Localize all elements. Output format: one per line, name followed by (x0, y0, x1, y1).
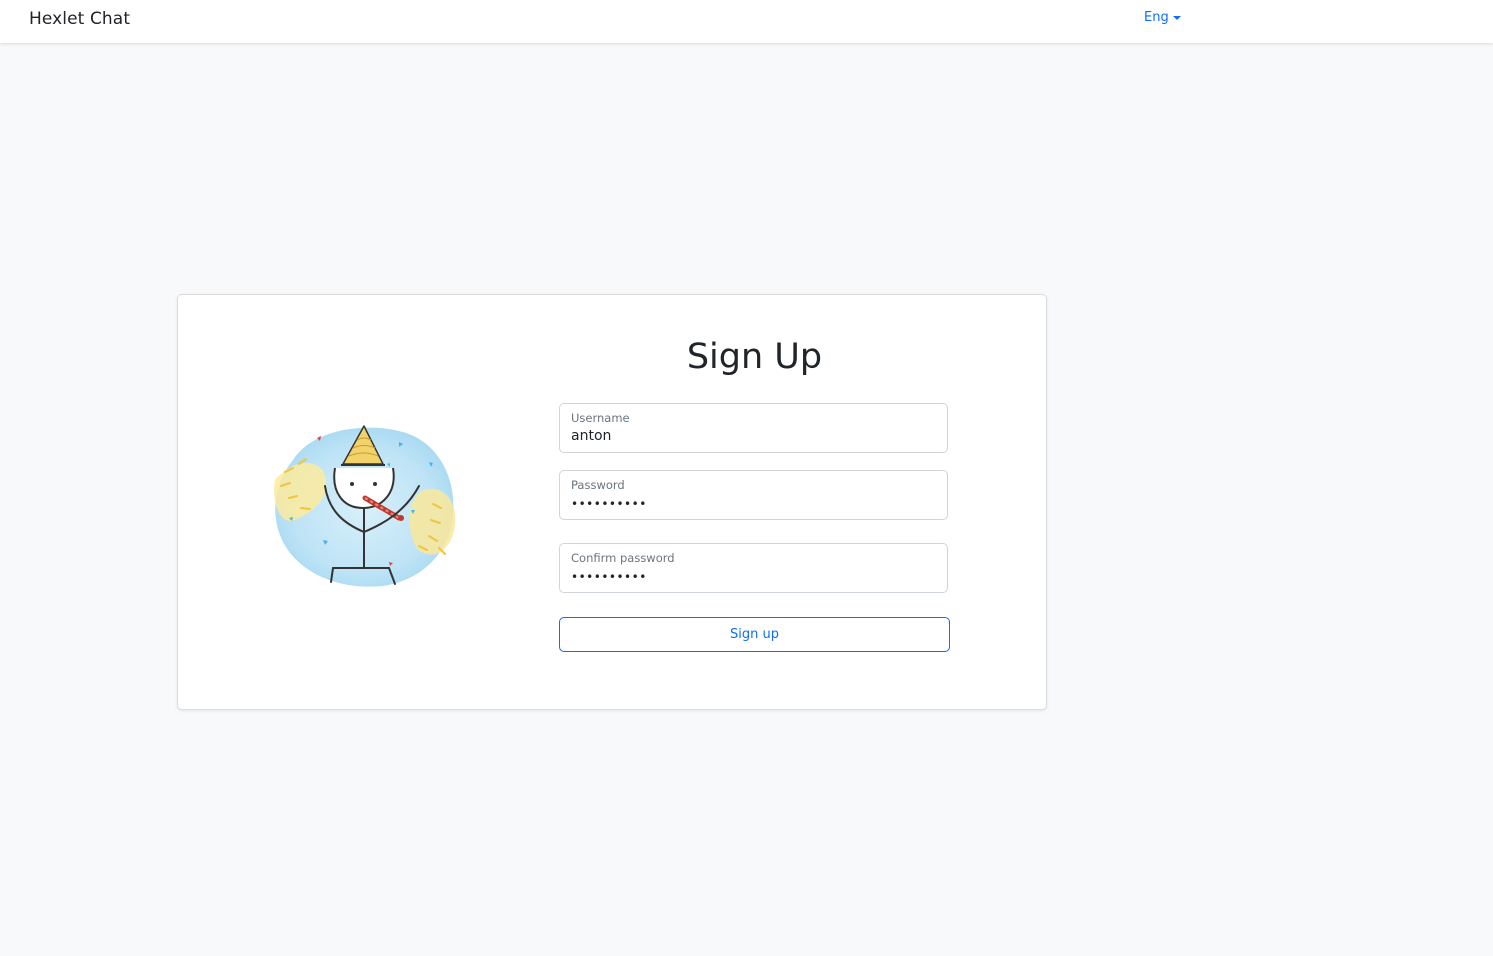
password-field[interactable]: Password (559, 470, 948, 520)
confirm-password-input[interactable] (571, 570, 931, 584)
password-label: Password (571, 478, 625, 492)
signup-card: Sign Up Username Password Confirm passwo… (177, 294, 1047, 710)
language-dropdown[interactable]: Eng (1144, 10, 1181, 25)
username-field[interactable]: Username (559, 403, 948, 453)
party-stick-figure-illustration (274, 425, 456, 587)
language-label: Eng (1144, 10, 1169, 25)
brand-link[interactable]: Hexlet Chat (29, 9, 130, 29)
caret-down-icon (1172, 16, 1181, 20)
confirm-password-field[interactable]: Confirm password (559, 543, 948, 593)
navbar: Hexlet Chat Eng (0, 0, 1493, 43)
page-title: Sign Up (686, 337, 823, 377)
username-input[interactable] (571, 428, 931, 444)
password-input[interactable] (571, 497, 931, 511)
confirm-password-label: Confirm password (571, 551, 675, 565)
username-label: Username (571, 411, 630, 425)
sign-up-button[interactable]: Sign up (559, 617, 950, 652)
